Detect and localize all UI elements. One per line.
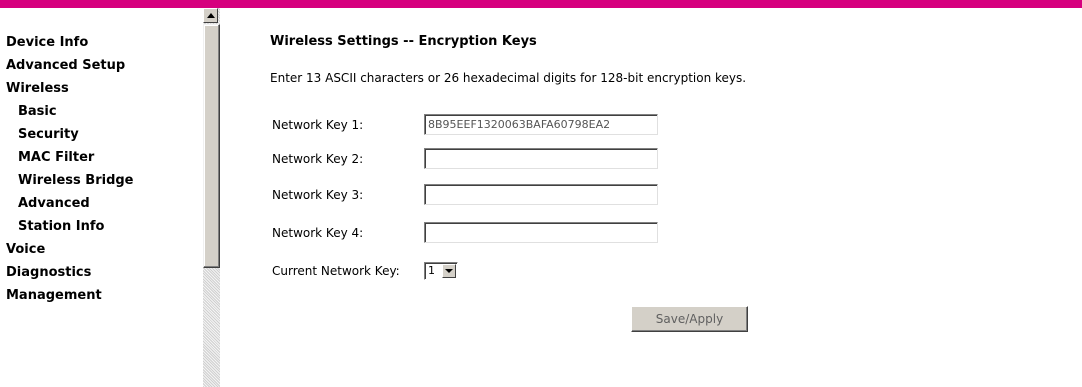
network-key-3-label: Network Key 3: xyxy=(272,188,364,202)
sidebar-menu: Device Info Advanced Setup Wireless Basi… xyxy=(6,34,134,310)
sidebar-item-advanced[interactable]: Advanced xyxy=(6,195,134,218)
network-key-2-label: Network Key 2: xyxy=(272,152,364,166)
sidebar-item-advanced-setup[interactable]: Advanced Setup xyxy=(6,57,134,80)
current-network-key-value: 1 xyxy=(428,264,435,277)
network-key-4-input[interactable] xyxy=(424,222,658,243)
sidebar-item-security[interactable]: Security xyxy=(6,126,134,149)
page-description: Enter 13 ASCII characters or 26 hexadeci… xyxy=(270,71,747,85)
network-key-1-input[interactable] xyxy=(424,114,658,135)
sidebar-item-basic[interactable]: Basic xyxy=(6,103,134,126)
sidebar-scrollbar[interactable] xyxy=(203,8,220,387)
network-key-3-input[interactable] xyxy=(424,184,658,205)
top-accent-bar xyxy=(0,0,1082,8)
chevron-down-icon[interactable] xyxy=(442,264,456,278)
current-network-key-label: Current Network Key: xyxy=(272,264,400,278)
sidebar-item-wireless-bridge[interactable]: Wireless Bridge xyxy=(6,172,134,195)
save-apply-button[interactable]: Save/Apply xyxy=(631,306,748,332)
network-key-1-label: Network Key 1: xyxy=(272,118,364,132)
sidebar-item-voice[interactable]: Voice xyxy=(6,241,134,264)
network-key-4-label: Network Key 4: xyxy=(272,226,364,240)
scroll-up-arrow-icon[interactable] xyxy=(203,8,218,23)
sidebar-item-diagnostics[interactable]: Diagnostics xyxy=(6,264,134,287)
sidebar-item-management[interactable]: Management xyxy=(6,287,134,310)
sidebar-item-device-info[interactable]: Device Info xyxy=(6,34,134,57)
sidebar-item-wireless[interactable]: Wireless xyxy=(6,80,134,103)
sidebar: Device Info Advanced Setup Wireless Basi… xyxy=(0,8,203,387)
sidebar-item-mac-filter[interactable]: MAC Filter xyxy=(6,149,134,172)
sidebar-item-station-info[interactable]: Station Info xyxy=(6,218,134,241)
current-network-key-select[interactable]: 1 xyxy=(424,262,458,280)
scrollbar-thumb[interactable] xyxy=(203,24,220,268)
network-key-2-input[interactable] xyxy=(424,148,658,169)
page-title: Wireless Settings -- Encryption Keys xyxy=(270,34,537,49)
